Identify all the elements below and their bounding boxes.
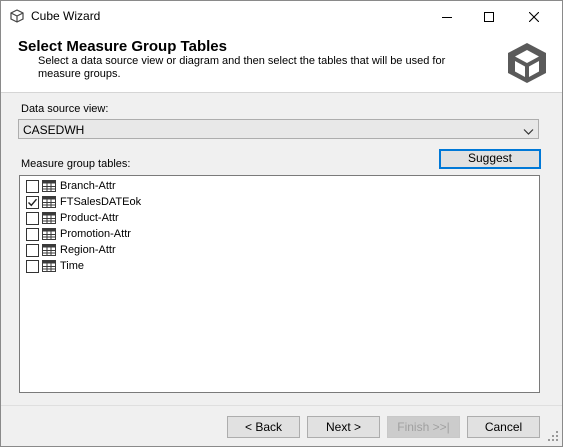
table-checkbox[interactable] xyxy=(26,260,39,273)
close-icon xyxy=(529,11,539,22)
title-bar[interactable]: Cube Wizard xyxy=(1,1,562,32)
checkmark-icon xyxy=(27,197,38,211)
chevron-down-icon xyxy=(523,125,534,139)
table-label: Time xyxy=(60,260,85,272)
close-button[interactable] xyxy=(511,1,557,32)
table-label: Promotion-Attr xyxy=(60,228,131,240)
table-icon xyxy=(42,180,56,195)
wizard-footer: < Back Next > Finish >>| Cancel xyxy=(1,405,562,446)
page-title: Select Measure Group Tables xyxy=(18,38,227,55)
table-icon xyxy=(42,228,56,243)
next-button[interactable]: Next > xyxy=(307,416,380,438)
list-item[interactable]: Branch-Attr xyxy=(26,178,326,194)
suggest-button[interactable]: Suggest xyxy=(439,149,541,169)
finish-button[interactable]: Finish >>| xyxy=(387,416,460,438)
cube-icon xyxy=(10,9,26,25)
table-icon xyxy=(42,260,56,275)
table-checkbox[interactable] xyxy=(26,244,39,257)
window-title: Cube Wizard xyxy=(31,9,101,23)
table-checkbox[interactable] xyxy=(26,212,39,225)
minimize-icon xyxy=(442,12,452,22)
table-label: FTSalesDATEok xyxy=(60,196,142,208)
page-description: Select a data source view or diagram and… xyxy=(38,55,446,80)
maximize-icon xyxy=(484,11,494,22)
minimize-button[interactable] xyxy=(424,1,470,32)
measure-group-tables-list[interactable]: Branch-Attr FTSalesDATEok Product-Attr Prom… xyxy=(19,175,540,393)
list-item[interactable]: Promotion-Attr xyxy=(26,226,326,242)
list-item[interactable]: Time xyxy=(26,258,326,274)
wizard-header: Select Measure Group Tables Select a dat… xyxy=(1,32,562,93)
data-source-view-label: Data source view: xyxy=(21,103,109,115)
table-checkbox[interactable] xyxy=(26,196,39,209)
table-icon xyxy=(42,212,56,227)
list-item[interactable]: Region-Attr xyxy=(26,242,326,258)
table-label: Region-Attr xyxy=(60,244,116,256)
data-source-view-value: CASEDWH xyxy=(23,123,85,137)
table-icon xyxy=(42,196,56,211)
cancel-button[interactable]: Cancel xyxy=(467,416,540,438)
resize-grip-icon[interactable] xyxy=(548,430,558,444)
cube-logo-icon xyxy=(504,40,550,86)
list-item[interactable]: Product-Attr xyxy=(26,210,326,226)
list-item[interactable]: FTSalesDATEok xyxy=(26,194,326,210)
table-icon xyxy=(42,244,56,259)
table-checkbox[interactable] xyxy=(26,180,39,193)
back-button[interactable]: < Back xyxy=(227,416,300,438)
cube-wizard-window: Cube Wizard Select Measure Group Tables … xyxy=(0,0,563,447)
data-source-view-dropdown[interactable]: CASEDWH xyxy=(18,119,539,139)
table-checkbox[interactable] xyxy=(26,228,39,241)
table-label: Product-Attr xyxy=(60,212,119,224)
maximize-button[interactable] xyxy=(466,1,512,32)
table-label: Branch-Attr xyxy=(60,180,116,192)
measure-group-tables-label: Measure group tables: xyxy=(21,158,131,170)
